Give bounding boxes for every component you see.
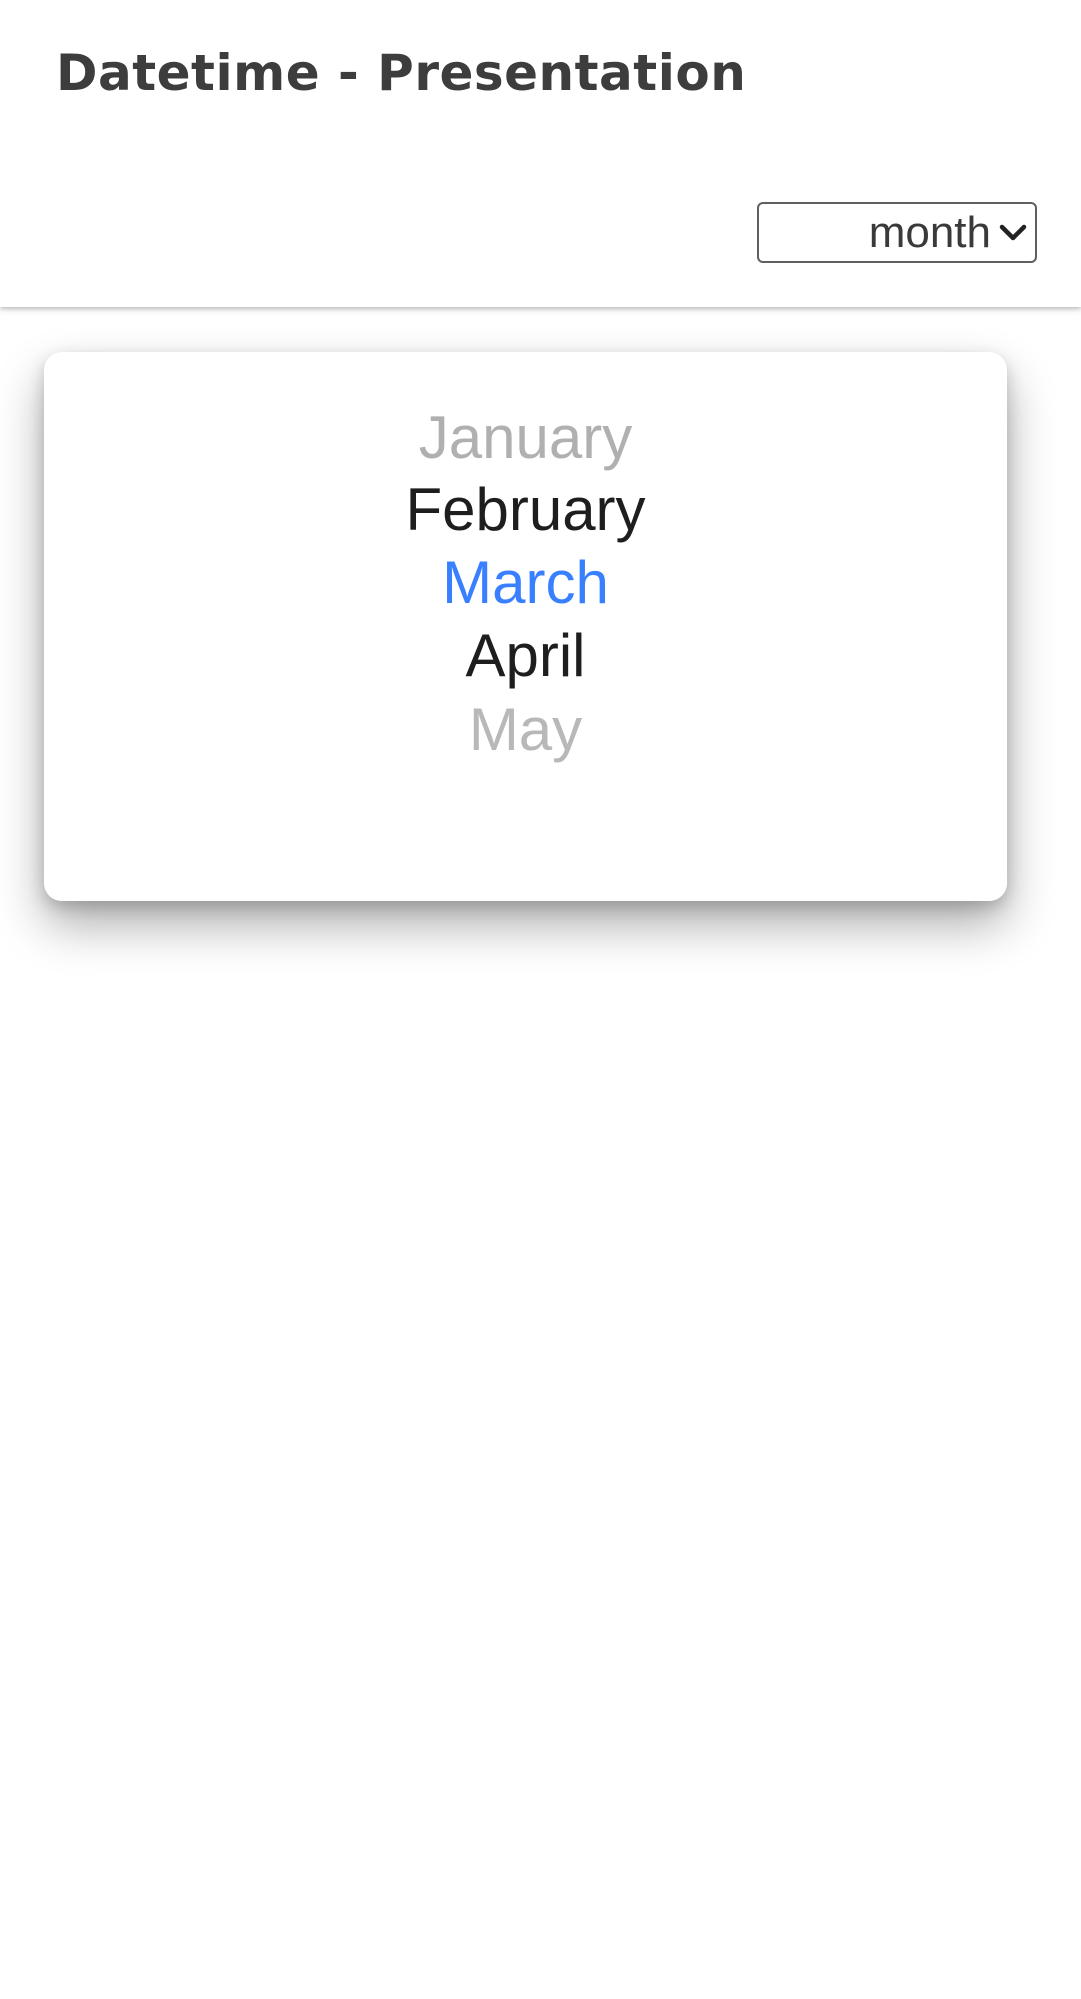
chevron-down-icon [999,224,1027,240]
month-picker-card: January February March April May [44,352,1007,901]
presentation-select[interactable]: month [757,202,1037,263]
month-option-march[interactable]: March [44,547,1007,619]
month-option-february[interactable]: February [44,474,1007,546]
month-option-may[interactable]: May [44,694,1007,766]
presentation-select-value: month [868,207,991,257]
month-option-january[interactable]: January [44,402,1007,474]
page-title: Datetime - Presentation [56,44,747,102]
app-header: Datetime - Presentation month [0,0,1081,307]
month-wheel[interactable]: January February March April May [44,352,1007,901]
month-option-april[interactable]: April [44,620,1007,692]
